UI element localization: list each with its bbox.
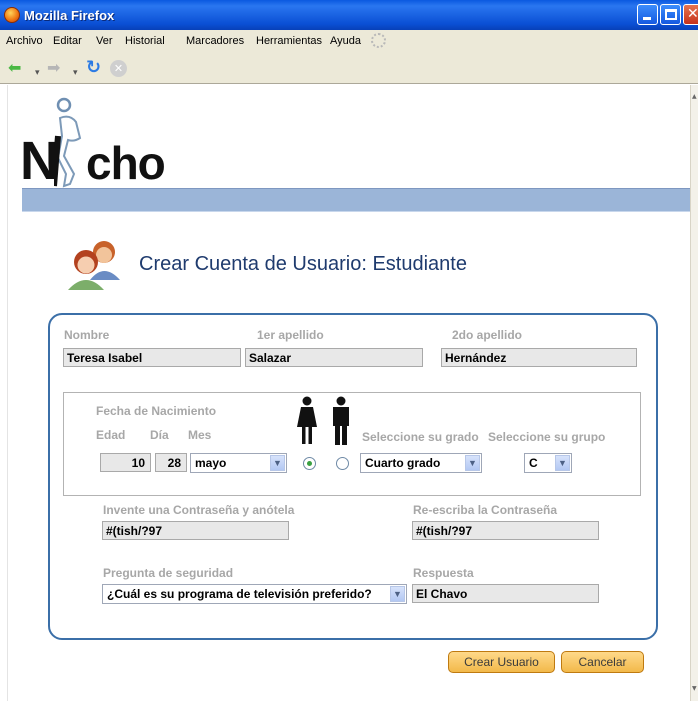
nombre-label: Nombre <box>64 328 110 342</box>
mes-select-value: mayo <box>195 456 227 470</box>
grado-select[interactable]: Cuarto grado ▼ <box>360 453 482 473</box>
vertical-scrollbar[interactable]: ▲ ▼ <box>690 85 698 701</box>
birthdate-label: Fecha de Nacimiento <box>96 404 217 418</box>
close-button[interactable]: ✕ <box>683 4 698 25</box>
menu-archivo[interactable]: Archivo <box>6 35 43 47</box>
password2-label: Re-escriba la Contraseña <box>413 503 558 517</box>
minimize-button[interactable] <box>637 4 658 25</box>
question-label: Pregunta de seguridad <box>103 566 234 580</box>
title-bar: Mozilla Firefox ✕ <box>0 0 698 30</box>
close-icon: ✕ <box>687 6 698 22</box>
female-figure-icon <box>297 396 317 444</box>
header-bar <box>22 188 690 212</box>
chevron-down-icon[interactable]: ▼ <box>465 455 480 471</box>
forward-history-dropdown-icon[interactable]: ▾ <box>73 63 78 83</box>
navigation-toolbar: ⬅ ▾ ➡ ▾ ↻ ✕ <box>0 52 698 84</box>
throbber-icon <box>371 33 386 48</box>
dia-field[interactable]: 28 <box>155 453 187 472</box>
reload-icon[interactable]: ↻ <box>86 58 101 78</box>
maximize-button[interactable] <box>660 4 681 25</box>
chevron-down-icon[interactable]: ▼ <box>270 455 285 471</box>
browser-window: Mozilla Firefox ✕ Archivo Editar Ver His… <box>0 0 698 701</box>
edad-label: Edad <box>96 428 126 442</box>
menu-ayuda[interactable]: Ayuda <box>330 35 361 47</box>
apellido2-field[interactable]: Hernández <box>441 348 637 367</box>
chevron-down-icon[interactable]: ▼ <box>555 455 570 471</box>
grupo-select[interactable]: C ▼ <box>524 453 572 473</box>
logo-figure-icon <box>54 97 82 188</box>
apellido1-label: 1er apellido <box>257 328 324 342</box>
female-radio[interactable] <box>303 457 316 470</box>
chevron-down-icon[interactable]: ▼ <box>390 586 405 602</box>
page-title: Crear Cuenta de Usuario: Estudiante <box>139 253 467 275</box>
grupo-label: Seleccione su grupo <box>488 430 606 444</box>
stop-icon[interactable]: ✕ <box>110 60 127 77</box>
firefox-icon <box>4 7 20 23</box>
minimize-icon <box>643 17 651 20</box>
mes-label: Mes <box>188 428 212 442</box>
content-left-edge <box>0 85 8 701</box>
menu-marcadores[interactable]: Marcadores <box>186 35 244 47</box>
menu-herramientas[interactable]: Herramientas <box>256 35 322 47</box>
forward-arrow-icon[interactable]: ➡ <box>47 58 60 78</box>
apellido1-field[interactable]: Salazar <box>245 348 423 367</box>
create-user-button[interactable]: Crear Usuario <box>448 651 555 673</box>
menu-historial[interactable]: Historial <box>125 35 165 47</box>
nicho-logo: N cho <box>20 96 190 188</box>
male-radio[interactable] <box>336 457 349 470</box>
question-select-value: ¿Cuál es su programa de televisión prefe… <box>107 587 372 601</box>
back-arrow-icon[interactable]: ⬅ <box>8 58 21 78</box>
grupo-select-value: C <box>529 456 538 470</box>
back-history-dropdown-icon[interactable]: ▾ <box>35 63 40 83</box>
grado-select-value: Cuarto grado <box>365 456 441 470</box>
window-title: Mozilla Firefox <box>24 8 115 23</box>
answer-field[interactable]: El Chavo <box>412 584 599 603</box>
answer-label: Respuesta <box>413 566 474 580</box>
menu-editar[interactable]: Editar <box>53 35 82 47</box>
password2-field[interactable]: #(tish/?97 <box>412 521 599 540</box>
cancel-button[interactable]: Cancelar <box>561 651 644 673</box>
question-select[interactable]: ¿Cuál es su programa de televisión prefe… <box>102 584 407 604</box>
apellido2-label: 2do apellido <box>452 328 523 342</box>
scroll-up-icon[interactable]: ▲ <box>692 93 697 100</box>
edad-field[interactable]: 10 <box>100 453 151 472</box>
password-label: Invente una Contraseña y anótela <box>103 503 295 517</box>
nombre-field[interactable]: Teresa Isabel <box>63 348 241 367</box>
gender-icons <box>297 396 349 445</box>
dia-label: Día <box>150 428 169 442</box>
male-figure-icon <box>333 396 349 445</box>
grado-label: Seleccione su grado <box>362 430 479 444</box>
maximize-icon <box>665 9 677 20</box>
logo-text-cho: cho <box>86 137 166 189</box>
scroll-down-icon[interactable]: ▼ <box>692 685 697 692</box>
password-field[interactable]: #(tish/?97 <box>102 521 289 540</box>
mes-select[interactable]: mayo ▼ <box>190 453 287 473</box>
student-users-icon <box>68 241 120 290</box>
menu-bar: Archivo Editar Ver Historial Marcadores … <box>0 30 698 52</box>
menu-ver[interactable]: Ver <box>96 35 113 47</box>
